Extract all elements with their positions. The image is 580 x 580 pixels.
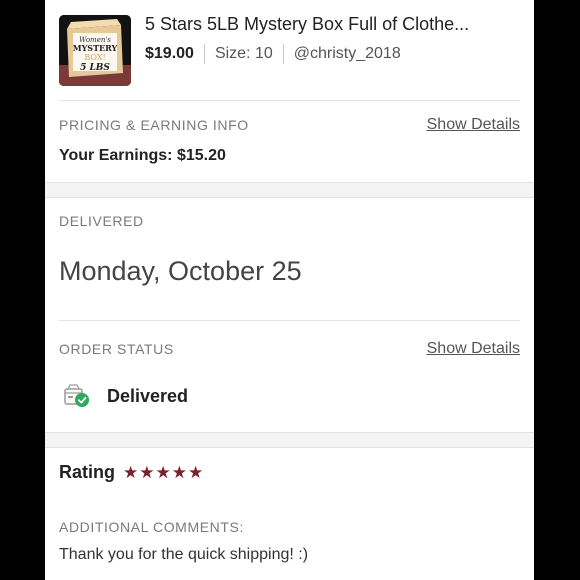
section-gap bbox=[45, 182, 534, 198]
star-icon: ★ bbox=[139, 463, 155, 482]
delivered-box-check-icon bbox=[64, 384, 89, 407]
pricing-section-label: PRICING & EARNING INFO bbox=[59, 117, 249, 133]
additional-comments-label: ADDITIONAL COMMENTS: bbox=[59, 519, 244, 535]
star-icon: ★ bbox=[188, 463, 204, 482]
pricing-show-details-link[interactable]: Show Details bbox=[427, 116, 520, 134]
delivered-section-label: DELIVERED bbox=[59, 213, 144, 229]
seller-username[interactable]: @christy_2018 bbox=[294, 45, 401, 63]
thumb-text-4: 5 LBS bbox=[80, 63, 110, 73]
meta-divider bbox=[203, 44, 205, 64]
delivery-date: Monday, October 25 bbox=[59, 256, 302, 286]
section-gap bbox=[45, 432, 534, 448]
star-icon: ★ bbox=[123, 463, 139, 482]
mystery-box-image: Women's MYSTERY BOX! 5 LBS bbox=[59, 15, 131, 86]
order-status-show-details-link[interactable]: Show Details bbox=[427, 340, 520, 358]
divider bbox=[59, 100, 520, 101]
order-details-panel: Women's MYSTERY BOX! 5 LBS 5 Stars 5LB M… bbox=[45, 0, 534, 580]
rating-label: Rating bbox=[59, 462, 115, 482]
order-status-label: ORDER STATUS bbox=[59, 341, 174, 357]
listing-title[interactable]: 5 Stars 5LB Mystery Box Full of Clothe..… bbox=[145, 14, 525, 35]
listing-thumbnail[interactable]: Women's MYSTERY BOX! 5 LBS bbox=[59, 15, 131, 86]
rating-row: Rating ★ ★ ★ ★ ★ bbox=[59, 462, 204, 483]
your-earnings: Your Earnings: $15.20 bbox=[59, 147, 226, 164]
additional-comments-text: Thank you for the quick shipping! :) bbox=[59, 546, 309, 563]
star-icon: ★ bbox=[155, 463, 171, 482]
listing-header[interactable]: Women's MYSTERY BOX! 5 LBS 5 Stars 5LB M… bbox=[45, 0, 534, 100]
rating-stars: ★ ★ ★ ★ ★ bbox=[123, 464, 204, 481]
order-status-row: Delivered bbox=[63, 383, 188, 409]
order-status-value: Delivered bbox=[107, 385, 189, 406]
listing-price: $19.00 bbox=[145, 45, 194, 62]
star-icon: ★ bbox=[171, 463, 187, 482]
meta-divider bbox=[282, 44, 284, 64]
listing-size: Size: 10 bbox=[214, 45, 273, 62]
listing-meta: $19.00 Size: 10 @christy_2018 bbox=[145, 43, 401, 65]
divider bbox=[59, 320, 520, 321]
thumb-text-2: MYSTERY bbox=[73, 43, 118, 53]
thumb-text-3: BOX! bbox=[84, 53, 105, 62]
